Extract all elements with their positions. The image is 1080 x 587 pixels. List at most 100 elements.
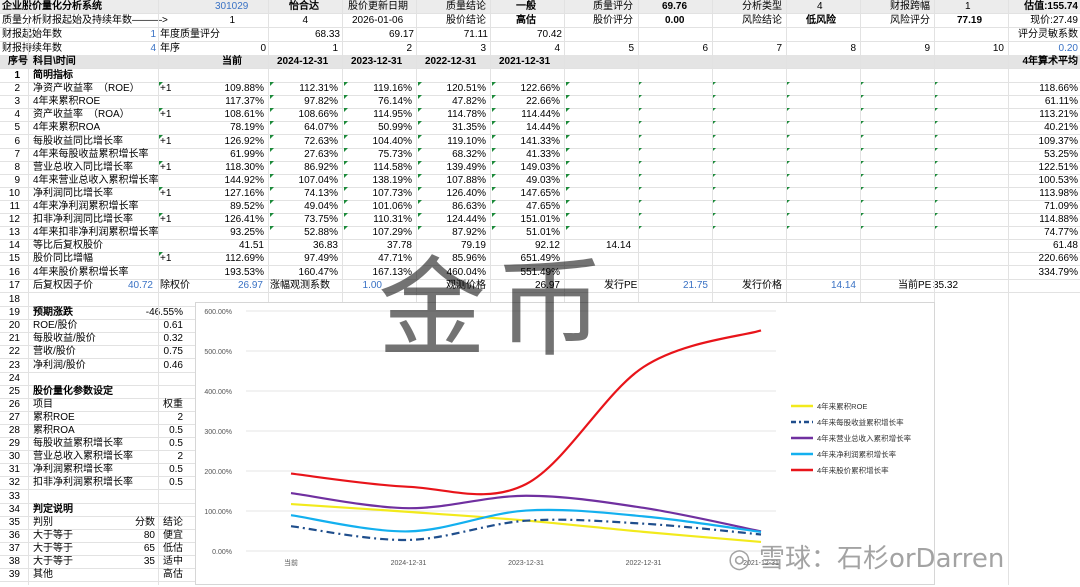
report-span-value[interactable]: 1 bbox=[965, 0, 971, 13]
cell-value[interactable]: 61.99% bbox=[210, 148, 264, 161]
cell-value[interactable] bbox=[125, 503, 183, 516]
cell-value[interactable]: 114.78% bbox=[432, 108, 486, 121]
table-row: 34 判定说明 bbox=[0, 503, 195, 517]
cell-value[interactable]: 权重 bbox=[125, 398, 183, 411]
cell-value[interactable]: 78.19% bbox=[210, 121, 264, 134]
cell-value[interactable]: 89.52% bbox=[210, 200, 264, 213]
cell-value[interactable]: 2 bbox=[125, 411, 183, 424]
range-start[interactable]: 1 bbox=[215, 14, 235, 27]
cell-value[interactable]: 108.66% bbox=[284, 108, 338, 121]
cell-value[interactable]: 108.61% bbox=[210, 108, 264, 121]
cell-value[interactable]: 86.92% bbox=[284, 161, 338, 174]
cell-value[interactable]: 147.65% bbox=[506, 187, 560, 200]
cell-value[interactable]: 112.31% bbox=[284, 82, 338, 95]
cell-value[interactable]: 107.04% bbox=[284, 174, 338, 187]
cell-value[interactable]: 127.16% bbox=[210, 187, 264, 200]
cell-value[interactable]: 高估 bbox=[125, 568, 183, 581]
sensitivity-value[interactable]: 0.20 bbox=[1040, 42, 1078, 55]
cell-value[interactable]: 31.35% bbox=[432, 121, 486, 134]
cell-value[interactable]: 104.40% bbox=[358, 135, 412, 148]
cell-value[interactable]: 41.33% bbox=[506, 148, 560, 161]
cell-value[interactable]: 47.82% bbox=[432, 95, 486, 108]
cell-value[interactable]: 64.07% bbox=[284, 121, 338, 134]
cell-value[interactable]: 0.5 bbox=[125, 424, 183, 437]
cell-value[interactable]: 126.41% bbox=[210, 213, 264, 226]
cell-value[interactable]: 22.66% bbox=[506, 95, 560, 108]
cell-value[interactable]: 117.37% bbox=[210, 95, 264, 108]
cell-value[interactable]: 低估 bbox=[125, 542, 183, 555]
cell-value[interactable]: 50.99% bbox=[358, 121, 412, 134]
cell-value[interactable]: 86.63% bbox=[432, 200, 486, 213]
issue-pe-value[interactable]: 21.75 bbox=[660, 279, 708, 292]
cell-value[interactable] bbox=[125, 372, 183, 385]
cell-value[interactable]: 14.44% bbox=[506, 121, 560, 134]
cell-value[interactable]: 适中 bbox=[125, 555, 183, 568]
cell-value[interactable]: 49.04% bbox=[284, 200, 338, 213]
adj-factor-value[interactable]: 40.72 bbox=[105, 279, 153, 292]
cell-value[interactable]: 便宜 bbox=[125, 529, 183, 542]
cell-value[interactable]: 149.03% bbox=[506, 161, 560, 174]
cell-value[interactable]: 119.10% bbox=[432, 135, 486, 148]
cell-value[interactable]: 97.49% bbox=[284, 252, 338, 265]
cell-value[interactable]: 118.30% bbox=[210, 161, 264, 174]
cell-value[interactable]: -46.55% bbox=[125, 306, 183, 319]
quality-score-value: 69.76 bbox=[662, 1, 688, 12]
cell-value[interactable]: 97.82% bbox=[284, 95, 338, 108]
cell-value[interactable]: 114.95% bbox=[358, 108, 412, 121]
cell-value[interactable]: 109.88% bbox=[210, 82, 264, 95]
cell-value[interactable]: 114.44% bbox=[506, 108, 560, 121]
cell-value[interactable]: 126.92% bbox=[210, 135, 264, 148]
cell-value[interactable]: 0.32 bbox=[125, 332, 183, 345]
cell-value[interactable]: 0.5 bbox=[125, 437, 183, 450]
cell-value[interactable] bbox=[125, 490, 183, 503]
cell-value[interactable]: 73.75% bbox=[284, 213, 338, 226]
cell-value[interactable]: 120.51% bbox=[432, 82, 486, 95]
cell-value[interactable]: 138.19% bbox=[358, 174, 412, 187]
cell-value[interactable]: 101.06% bbox=[358, 200, 412, 213]
cell-value[interactable]: 0.5 bbox=[125, 463, 183, 476]
cell-value[interactable]: 126.40% bbox=[432, 187, 486, 200]
cell-value[interactable]: 160.47% bbox=[284, 266, 338, 279]
cell-value[interactable]: 93.25% bbox=[210, 226, 264, 239]
ex-rights-value[interactable]: 26.97 bbox=[215, 279, 263, 292]
stock-code-cell[interactable]: 301029 bbox=[215, 0, 248, 13]
cell-value[interactable]: 41.51 bbox=[210, 239, 264, 252]
range-years[interactable]: 4 bbox=[290, 14, 308, 27]
cell-value[interactable]: 107.73% bbox=[358, 187, 412, 200]
cell-value[interactable]: 114.58% bbox=[358, 161, 412, 174]
cell-value[interactable]: 76.14% bbox=[358, 95, 412, 108]
cell-value[interactable]: 68.32% bbox=[432, 148, 486, 161]
cell-value[interactable]: 75.73% bbox=[358, 148, 412, 161]
cell-value[interactable]: 119.16% bbox=[358, 82, 412, 95]
cell-value[interactable]: 0.46 bbox=[125, 359, 183, 372]
cell-value[interactable]: 0.5 bbox=[125, 476, 183, 489]
rise-coef-value[interactable]: 1.00 bbox=[340, 279, 382, 292]
rise-coef-label: 涨幅观测系数 bbox=[270, 280, 330, 291]
report-start-value[interactable]: 1 bbox=[140, 28, 156, 41]
cell-value[interactable]: 49.03% bbox=[506, 174, 560, 187]
issue-price-value[interactable]: 14.14 bbox=[808, 279, 856, 292]
cell-value[interactable]: 107.88% bbox=[432, 174, 486, 187]
cell-value[interactable]: 141.33% bbox=[506, 135, 560, 148]
cell-value[interactable]: 193.53% bbox=[210, 266, 264, 279]
cell-value[interactable]: 72.63% bbox=[284, 135, 338, 148]
cell-value[interactable]: 2 bbox=[125, 450, 183, 463]
analysis-type-value[interactable]: 4 bbox=[817, 0, 823, 13]
cell-value[interactable]: 122.66% bbox=[506, 82, 560, 95]
cell-value[interactable]: 52.88% bbox=[284, 226, 338, 239]
cell-value[interactable]: 0.61 bbox=[125, 319, 183, 332]
report-years-value[interactable]: 4 bbox=[140, 42, 156, 55]
cell-value[interactable]: 0.75 bbox=[125, 345, 183, 358]
update-date-value[interactable]: 2026-01-06 bbox=[352, 14, 403, 27]
cell-value[interactable]: 74.13% bbox=[284, 187, 338, 200]
cell-value[interactable]: 36.83 bbox=[284, 239, 338, 252]
cell-value[interactable] bbox=[125, 385, 183, 398]
cell-value[interactable]: 27.63% bbox=[284, 148, 338, 161]
cell-value[interactable]: 112.69% bbox=[210, 252, 264, 265]
cell-value[interactable]: 结论 bbox=[125, 516, 183, 529]
cell-value[interactable]: 139.49% bbox=[432, 161, 486, 174]
cell-value[interactable]: 47.65% bbox=[506, 200, 560, 213]
cell-value[interactable]: 144.92% bbox=[210, 174, 264, 187]
year-seq-cell: 5 bbox=[628, 43, 634, 54]
cell-value[interactable] bbox=[125, 293, 183, 306]
